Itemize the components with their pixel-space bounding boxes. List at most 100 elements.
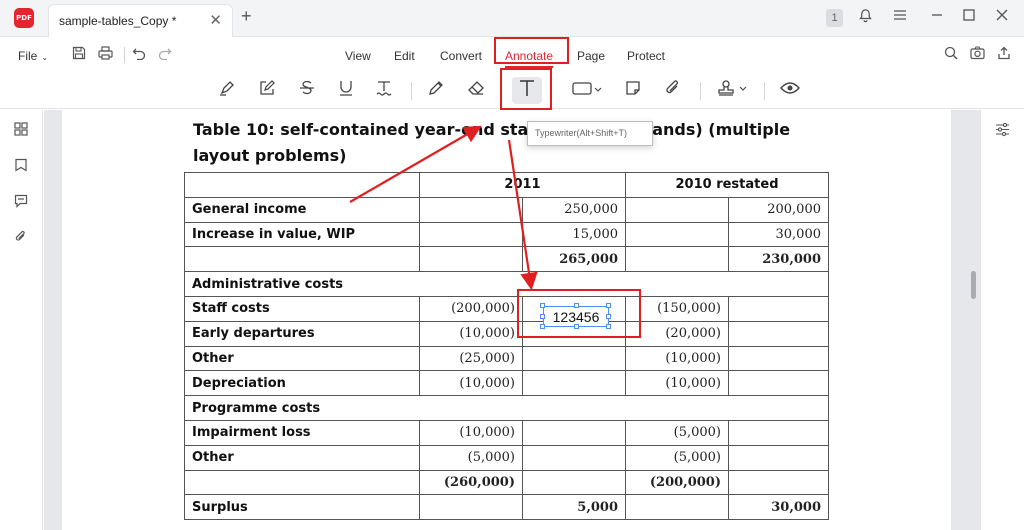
file-menu-label: File (18, 49, 38, 63)
value-cell: (25,000) (419, 345, 523, 372)
value-cell (419, 221, 523, 248)
value-cell: (5,000) (419, 444, 523, 471)
value-cell: (5,000) (625, 419, 729, 446)
value-cell (522, 345, 626, 372)
row-label: Programme costs (184, 395, 829, 421)
eye-icon[interactable] (780, 79, 800, 102)
row-label: Staff costs (184, 295, 420, 322)
value-cell (625, 196, 729, 223)
app-logo-icon: PDF (14, 8, 34, 28)
bookmark-icon[interactable] (14, 158, 28, 175)
value-cell: (200,000) (625, 469, 729, 496)
minimize-icon[interactable] (930, 8, 944, 25)
value-cell (728, 295, 829, 322)
menu-protect[interactable]: Protect (627, 49, 665, 63)
row-label (184, 246, 420, 273)
hamburger-icon[interactable] (893, 8, 907, 25)
underline-icon[interactable] (337, 79, 355, 102)
row-label: Administrative costs (184, 271, 829, 297)
table-row: Other (25,000) (10,000) (184, 345, 829, 372)
left-sidebar (0, 110, 43, 530)
thumbnails-icon[interactable] (14, 122, 28, 139)
search-icon[interactable] (944, 46, 958, 64)
attachment-icon[interactable] (664, 79, 682, 102)
add-tab-icon[interactable]: + (241, 6, 252, 27)
row-label: Impairment loss (184, 419, 420, 446)
tab-close-icon[interactable]: ✕ (209, 11, 222, 29)
row-label: Other (184, 444, 420, 471)
pencil-icon[interactable] (427, 79, 445, 102)
table-row: Impairment loss (10,000) (5,000) (184, 419, 829, 446)
share-icon[interactable] (997, 46, 1011, 64)
value-cell: (10,000) (419, 419, 523, 446)
maximize-icon[interactable] (962, 8, 976, 25)
camera-icon[interactable] (970, 46, 985, 64)
value-cell: (10,000) (419, 370, 523, 397)
toolbar-divider (411, 82, 412, 100)
close-icon[interactable] (995, 8, 1009, 25)
eraser-icon[interactable] (467, 79, 485, 102)
value-cell (728, 345, 829, 372)
row-label (184, 469, 420, 496)
header-2010-restated: 2010 restated (625, 172, 829, 198)
comment-icon[interactable] (14, 194, 28, 211)
print-icon[interactable] (98, 46, 113, 64)
table-cell (184, 172, 420, 198)
document-table-title: Table 10: self-contained year-end sta ous… (193, 117, 833, 169)
table-header-row: 2011 2010 restated (184, 172, 829, 198)
toolbar-divider (764, 82, 765, 100)
stamp-icon[interactable] (716, 79, 748, 102)
financial-table: 2011 2010 restated General income 250,000… (184, 172, 829, 521)
undo-icon[interactable] (132, 46, 146, 64)
value-cell (625, 221, 729, 248)
strikethrough-icon[interactable] (298, 79, 316, 102)
title-line1: Table 10: self-contained year-end sta (193, 120, 529, 139)
table-row: General income 250,000 200,000 (184, 196, 829, 223)
typewriter-highlight-box (500, 68, 552, 110)
value-cell: 230,000 (728, 246, 829, 273)
typewriter-tooltip: Typewriter(Alt+Shift+T) (527, 121, 653, 146)
bell-icon[interactable] (858, 8, 873, 26)
value-cell: (260,000) (419, 469, 523, 496)
value-cell: 200,000 (728, 196, 829, 223)
value-cell (728, 469, 829, 496)
vertical-scrollbar-thumb[interactable] (971, 271, 976, 299)
table-row: (260,000) (200,000) (184, 469, 829, 496)
row-label: Other (184, 345, 420, 372)
value-cell (728, 419, 829, 446)
value-cell (625, 246, 729, 273)
value-cell: 30,000 (728, 221, 829, 248)
shape-icon[interactable] (572, 79, 602, 102)
menu-convert[interactable]: Convert (440, 49, 482, 63)
annotate-highlight-box (494, 37, 569, 64)
save-icon[interactable] (72, 46, 86, 64)
value-cell: 250,000 (522, 196, 626, 223)
sticky-note-icon[interactable] (624, 79, 642, 102)
highlighter-icon[interactable] (218, 79, 236, 102)
toolbar-divider (124, 47, 125, 63)
row-label: Surplus (184, 494, 420, 521)
app-window: PDF sample-tables_Copy * ✕ + 1 File ⌄ Vi… (0, 0, 1024, 530)
value-cell: (10,000) (625, 370, 729, 397)
menu-page[interactable]: Page (577, 49, 605, 63)
table-row: Staff costs (200,000) (150,000) (184, 295, 829, 322)
value-cell (419, 196, 523, 223)
squiggly-text-icon[interactable] (375, 79, 393, 102)
notification-badge[interactable]: 1 (826, 9, 843, 27)
file-menu[interactable]: File ⌄ (18, 49, 48, 63)
menu-view[interactable]: View (345, 49, 371, 63)
attachment-panel-icon[interactable] (14, 230, 28, 247)
menu-edit[interactable]: Edit (394, 49, 415, 63)
value-cell: (10,000) (625, 345, 729, 372)
properties-sliders-icon[interactable] (995, 122, 1010, 141)
note-pen-icon[interactable] (258, 79, 276, 102)
value-cell: 30,000 (728, 494, 829, 521)
value-cell (728, 320, 829, 347)
redo-icon[interactable] (158, 46, 172, 64)
document-tab[interactable]: sample-tables_Copy * ✕ (48, 4, 233, 37)
chevron-down-icon: ⌄ (41, 53, 49, 62)
table-row: Early departures (10,000) (20,000) (184, 320, 829, 347)
toolbar-divider (700, 82, 701, 100)
value-cell (625, 494, 729, 521)
value-cell (522, 444, 626, 471)
